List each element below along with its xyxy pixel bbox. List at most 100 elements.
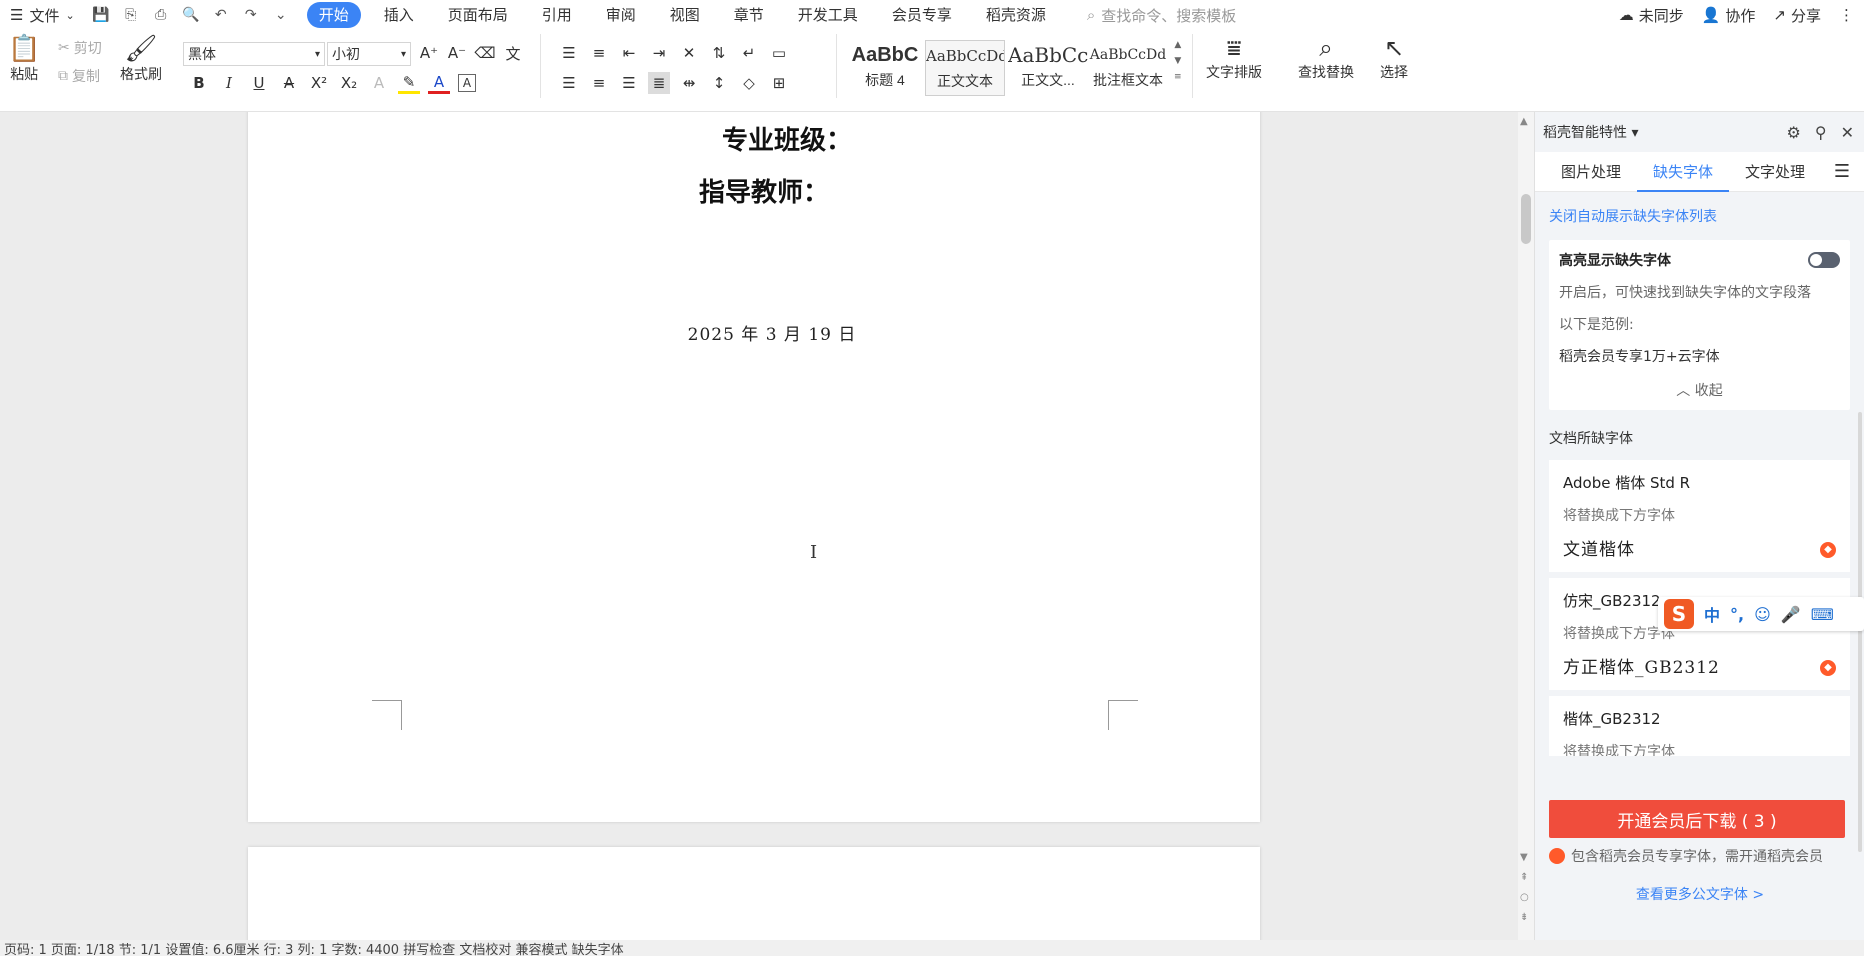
pin-icon[interactable]: ⚲ xyxy=(1815,123,1827,142)
underline-icon[interactable]: U xyxy=(248,72,270,94)
cut-button[interactable]: ✂ 剪切 xyxy=(58,38,102,58)
microphone-icon[interactable]: 🎤 xyxy=(1781,605,1801,624)
prev-page-icon[interactable]: ⇞ xyxy=(1520,872,1528,883)
disable-autoshow-link[interactable]: 关闭自动展示缺失字体列表 xyxy=(1535,192,1864,234)
clear-format-icon[interactable]: ⌫ xyxy=(474,42,496,64)
decrease-indent-icon[interactable]: ⇤ xyxy=(618,42,640,64)
document-scrollbar[interactable]: ▲ ▼ ⇞ ○ ⇟ xyxy=(1518,112,1534,940)
sort-icon[interactable]: ⇅ xyxy=(708,42,730,64)
align-left-icon[interactable]: ☰ xyxy=(558,72,580,94)
tab-image-processing[interactable]: 图片处理 xyxy=(1545,152,1637,192)
font-card[interactable]: 楷体_GB2312 将替换成下方字体 xyxy=(1549,696,1850,756)
ruler-icon[interactable]: ▭ xyxy=(768,42,790,64)
font-card[interactable]: 仿宋_GB2312 将替换成下方字体 方正楷体_GB2312 ◆ xyxy=(1549,578,1850,690)
more-icon[interactable]: ⋮ xyxy=(1839,6,1854,24)
next-page-icon[interactable]: ⇟ xyxy=(1520,912,1528,923)
distribute-icon[interactable]: ⇹ xyxy=(678,72,700,94)
font-card[interactable]: Adobe 楷体 Std R 将替换成下方字体 文道楷体 ◆ xyxy=(1549,460,1850,572)
gear-icon[interactable]: ⚙ xyxy=(1787,123,1801,142)
save-icon[interactable]: 💾 xyxy=(91,5,111,25)
tab-text-processing[interactable]: 文字处理 xyxy=(1729,152,1821,192)
style-scroll[interactable]: ▲ ▼ ≡ xyxy=(1174,40,1182,82)
shrink-font-icon[interactable]: A⁻ xyxy=(446,42,468,64)
redo-icon[interactable]: ↷ xyxy=(241,5,261,25)
font-size-select[interactable]: 小初 ▾ xyxy=(327,42,411,66)
more-official-fonts-link[interactable]: 查看更多公文字体 > xyxy=(1535,884,1864,904)
tab-insert[interactable]: 插入 xyxy=(367,2,431,28)
font-name-select[interactable]: 黑体 ▾ xyxy=(183,42,325,66)
page[interactable] xyxy=(248,847,1260,940)
tab-docer[interactable]: 稻壳资源 xyxy=(969,2,1063,28)
download-after-membership-button[interactable]: 开通会员后下载 ( 3 ) xyxy=(1549,800,1845,838)
justify-icon[interactable]: ≣ xyxy=(648,72,670,94)
tab-home[interactable]: 开始 xyxy=(306,2,361,28)
tab-member[interactable]: 会员专享 xyxy=(875,2,969,28)
tab-missing-fonts[interactable]: 缺失字体 xyxy=(1637,152,1730,192)
page[interactable]: 专业班级： 指导教师： 2025 年 3 月 19 日 xyxy=(248,112,1260,822)
superscript-icon[interactable]: X² xyxy=(308,72,330,94)
keyboard-icon[interactable]: ⌨ xyxy=(1811,605,1834,624)
file-menu[interactable]: ☰ 文件 ⌄ xyxy=(0,0,85,30)
shading-icon[interactable]: ◇ xyxy=(738,72,760,94)
chinese-layout-icon[interactable]: ✕ xyxy=(678,42,700,64)
phonetic-icon[interactable]: 文 xyxy=(502,42,524,64)
bold-icon[interactable]: B xyxy=(188,72,210,94)
print-preview-icon[interactable]: 🔍 xyxy=(181,5,201,25)
bullet-list-icon[interactable]: ☰ xyxy=(558,42,580,64)
close-icon[interactable]: ✕ xyxy=(1841,123,1854,142)
style-heading4[interactable]: AaBbC 标题 4 xyxy=(845,40,925,96)
style-body-text[interactable]: AaBbCcDd 正文文本 xyxy=(925,40,1005,96)
text-effect-icon[interactable]: A xyxy=(368,72,390,94)
align-right-icon[interactable]: ☰ xyxy=(618,72,640,94)
text-layout-button[interactable]: ⩸ 文字排版 xyxy=(1206,34,1262,82)
tab-page-layout[interactable]: 页面布局 xyxy=(431,2,525,28)
increase-indent-icon[interactable]: ⇥ xyxy=(648,42,670,64)
sync-button[interactable]: ☁ 未同步 xyxy=(1619,5,1684,26)
highlight-toggle[interactable] xyxy=(1808,252,1840,268)
tab-review[interactable]: 审阅 xyxy=(589,2,653,28)
panel-title[interactable]: 稻壳智能特性 ▾ xyxy=(1543,122,1773,142)
find-replace-button[interactable]: ⌕ 查找替换 xyxy=(1298,34,1354,82)
numbered-list-icon[interactable]: ≡ xyxy=(588,42,610,64)
italic-icon[interactable]: I xyxy=(218,72,240,94)
tab-developer[interactable]: 开发工具 xyxy=(781,2,875,28)
print-icon[interactable]: ⎙ xyxy=(151,5,171,25)
export-icon[interactable]: ⎘ xyxy=(121,5,141,25)
undo-icon[interactable]: ↶ xyxy=(211,5,231,25)
select-browse-icon[interactable]: ○ xyxy=(1520,892,1529,903)
style-comment-box[interactable]: AaBbCcDd 批注框文本 xyxy=(1088,40,1168,96)
menu-icon[interactable]: ☰ xyxy=(1834,161,1864,182)
subscript-icon[interactable]: X₂ xyxy=(338,72,360,94)
customize-icon[interactable]: ⌄ xyxy=(271,5,291,25)
line-spacing-icon[interactable]: ↕ xyxy=(708,72,730,94)
collab-button[interactable]: 👤 协作 xyxy=(1702,5,1756,26)
ime-lang-toggle[interactable]: 中 xyxy=(1704,602,1720,626)
command-search[interactable]: ⌕ 查找命令、搜索模板 xyxy=(1087,5,1236,26)
align-center-icon[interactable]: ≡ xyxy=(588,72,610,94)
grow-font-icon[interactable]: A⁺ xyxy=(418,42,440,64)
ime-punct-toggle[interactable]: °, xyxy=(1730,605,1744,624)
tab-view[interactable]: 视图 xyxy=(653,2,717,28)
copy-button[interactable]: ⧉ 复制 xyxy=(58,66,100,86)
style-body-text-2[interactable]: AaBbCc 正文文... xyxy=(1008,40,1088,96)
strikethrough-icon[interactable]: A xyxy=(278,72,300,94)
highlight-icon[interactable]: ✎ xyxy=(398,72,420,94)
sogou-logo-icon[interactable]: S xyxy=(1664,599,1694,629)
paste-button[interactable]: 📋 粘贴 xyxy=(8,34,40,84)
share-button[interactable]: ↗ 分享 xyxy=(1773,5,1821,26)
scroll-thumb[interactable] xyxy=(1521,194,1531,244)
tab-references[interactable]: 引用 xyxy=(525,2,589,28)
emoji-icon[interactable]: ☺ xyxy=(1754,605,1771,624)
document-area[interactable]: 专业班级： 指导教师： 2025 年 3 月 19 日 I xyxy=(0,112,1518,940)
select-button[interactable]: ↖ 选择 xyxy=(1380,34,1408,82)
scroll-up-icon[interactable]: ▲ xyxy=(1520,116,1528,127)
tab-chapter[interactable]: 章节 xyxy=(717,2,781,28)
char-border-icon[interactable]: A xyxy=(458,74,476,92)
font-color-icon[interactable]: A xyxy=(428,72,450,94)
borders-icon[interactable]: ⊞ xyxy=(768,72,790,94)
collapse-button[interactable]: ︿ 收起 xyxy=(1559,380,1840,400)
format-painter-button[interactable]: 🖌 格式刷 xyxy=(120,34,162,84)
scroll-down-icon[interactable]: ▼ xyxy=(1520,852,1528,863)
show-marks-icon[interactable]: ↵ xyxy=(738,42,760,64)
panel-scrollbar[interactable] xyxy=(1858,412,1862,852)
